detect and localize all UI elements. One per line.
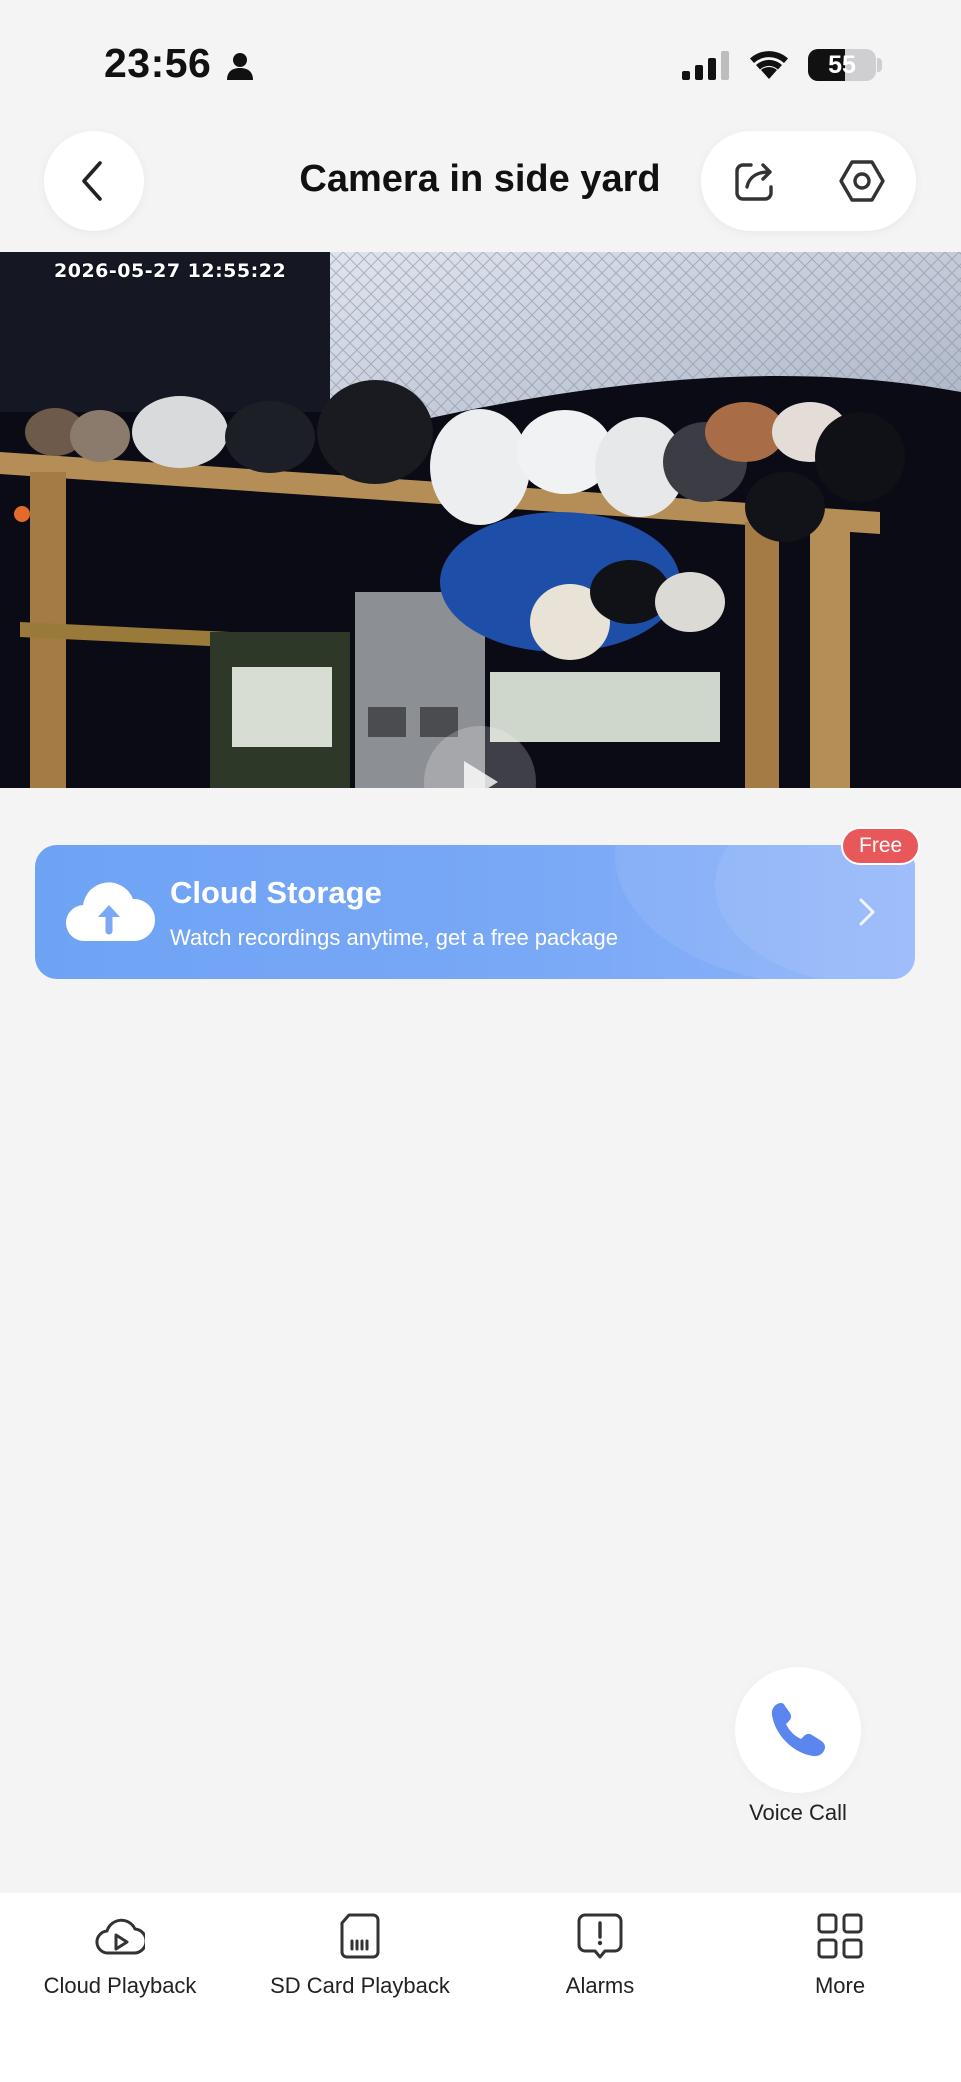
alarm-alert-icon — [577, 1913, 623, 1959]
chevron-right-icon — [859, 898, 875, 926]
free-badge: Free — [841, 827, 921, 865]
nav-sd-card-playback[interactable]: SD Card Playback — [240, 1893, 480, 2013]
nav-label: SD Card Playback — [270, 1973, 450, 1998]
nav-cloud-playback[interactable]: Cloud Playback — [0, 1893, 240, 2013]
play-icon — [464, 761, 498, 788]
sd-card-icon — [340, 1913, 380, 1959]
nav-label: Alarms — [565, 1973, 635, 1998]
nav-label: Cloud Playback — [43, 1973, 197, 1998]
status-time: 23:56 — [104, 40, 212, 86]
cloud-upload-icon — [65, 882, 155, 942]
voice-call-label: Voice Call — [749, 1800, 847, 1825]
battery-percentage: 55 — [828, 51, 856, 79]
nav-alarms[interactable]: Alarms — [480, 1893, 720, 2013]
status-bar: 23:56 55 — [0, 0, 961, 120]
grid-icon — [817, 1913, 863, 1959]
cloud-play-icon — [95, 1918, 145, 1955]
settings-button[interactable] — [830, 149, 894, 213]
share-button[interactable] — [723, 149, 787, 213]
header-actions — [701, 131, 916, 231]
cellular-signal-icon — [682, 51, 729, 80]
hexagon-settings-icon — [839, 160, 885, 202]
phone-icon — [771, 1703, 825, 1757]
cloud-storage-subtitle: Watch recordings anytime, get a free pac… — [170, 925, 618, 950]
nav-label: More — [814, 1973, 866, 1998]
nav-more[interactable]: More — [720, 1893, 960, 2013]
chevron-left-icon — [82, 161, 102, 201]
video-timestamp: 2026-05-27 12:55:22 — [54, 260, 287, 282]
camera-scene-image — [0, 252, 961, 788]
voice-call-button[interactable] — [735, 1667, 861, 1793]
back-button[interactable] — [44, 131, 144, 231]
cloud-storage-title: Cloud Storage — [170, 875, 382, 910]
camera-live-view[interactable] — [0, 252, 961, 788]
battery-indicator: 55 — [808, 49, 876, 81]
person-icon — [227, 53, 253, 80]
wifi-icon — [750, 51, 788, 79]
share-icon — [735, 163, 773, 201]
battery-tip — [877, 58, 882, 72]
bottom-nav: Cloud Playback SD Card Playback Alarms M… — [0, 1893, 961, 2082]
page-title: Camera in side yard — [299, 158, 661, 200]
cloud-storage-banner[interactable]: Cloud Storage Watch recordings anytime, … — [35, 845, 915, 979]
